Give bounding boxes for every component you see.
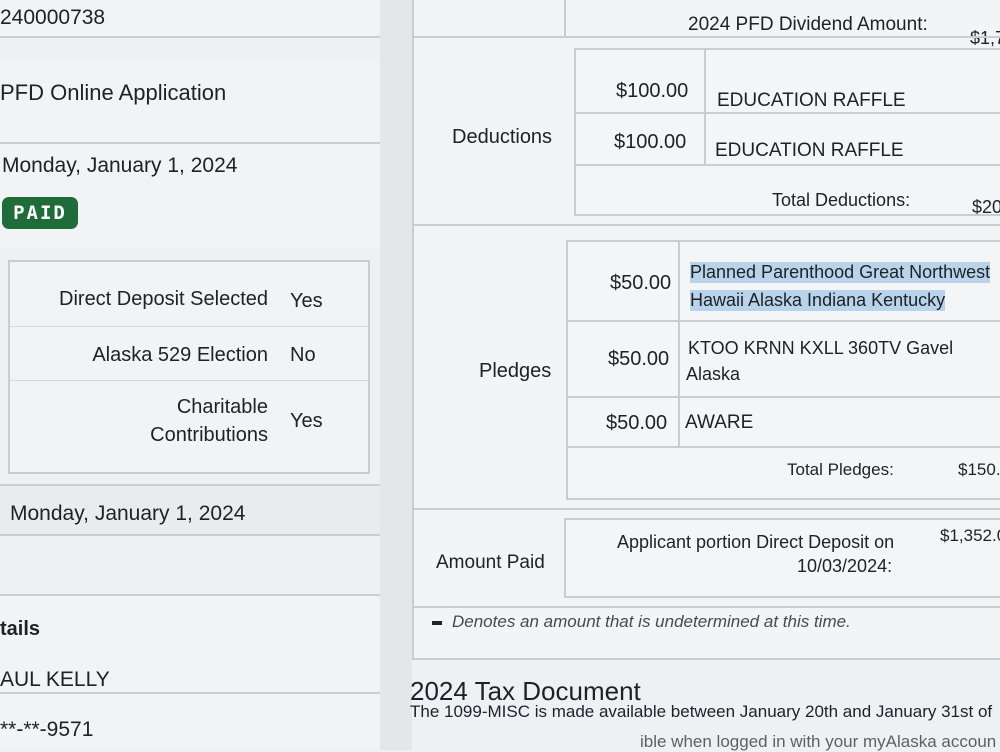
amount-paid-description-line2: 10/03/2024: [797, 556, 893, 576]
pledge-amount: $50.00 [608, 348, 670, 370]
note-text: Denotes an amount that is undetermined a… [452, 612, 851, 631]
election-row: Direct Deposit Selected Yes [10, 262, 368, 327]
deduction-description: EDUCATION RAFFLE [715, 140, 904, 161]
ssn-masked: **-**-9571 [0, 718, 94, 741]
election-row: Alaska 529 Election No [10, 326, 368, 381]
pledge-description-line2: Hawaii Alaska Indiana Kentucky [690, 290, 946, 311]
details-heading: tails [0, 618, 41, 640]
status-date: Monday, January 1, 2024 [10, 502, 246, 525]
election-label-line1: Charitable [176, 396, 268, 418]
deductions-label: Deductions [452, 126, 553, 148]
deduction-description: EDUCATION RAFFLE [717, 90, 906, 111]
total-deductions-value: $20 [972, 197, 1000, 217]
dash-icon [432, 620, 442, 625]
status-badge: PAID [2, 197, 78, 229]
tax-document-text-line1: The 1099-MISC is made available between … [410, 702, 993, 721]
dividend-value: $1,7 [970, 28, 1000, 48]
tax-document-text-line2: ible when logged in with your myAlaska a… [640, 732, 997, 751]
dividend-label: 2024 PFD Dividend Amount: [688, 14, 928, 35]
section-divider [412, 508, 1000, 510]
row-divider [574, 164, 1000, 166]
row-divider [574, 112, 1000, 114]
application-id: 240000738 [0, 6, 106, 29]
status-date-row: Monday, January 1, 2024 [0, 484, 380, 536]
amount-paid-label: Amount Paid [436, 552, 545, 573]
deduction-amount: $100.00 [614, 131, 687, 153]
application-id-row: 240000738 [0, 0, 380, 38]
applicant-name-row: AUL KELLY [0, 642, 380, 694]
election-label-line2: Contributions [150, 424, 268, 446]
pledge-amount: $50.00 [606, 412, 668, 434]
elections-box: Direct Deposit Selected Yes Alaska 529 E… [8, 260, 370, 474]
pledge-description-line1: AWARE [685, 412, 754, 433]
ssn-row: **-**-9571 [0, 694, 380, 750]
details-header-row: tails [0, 594, 380, 644]
applicant-name: AUL KELLY [0, 668, 110, 691]
row-divider [566, 396, 1000, 398]
application-type: PFD Online Application [0, 80, 227, 105]
election-label: Direct Deposit Selected [59, 288, 268, 310]
total-pledges-value: $150.0 [958, 460, 1000, 479]
amount-paid-table [564, 518, 1000, 598]
pledge-description-line1: Planned Parenthood Great Northwest [690, 262, 991, 283]
deduction-amount: $100.00 [616, 80, 689, 102]
section-divider [412, 658, 1000, 660]
election-value: Yes [290, 290, 323, 312]
pledge-amount: $50.00 [610, 272, 672, 294]
submitted-date: Monday, January 1, 2024 [2, 154, 238, 177]
election-value: No [290, 344, 316, 366]
column-divider [380, 0, 412, 750]
amount-paid-description-line1: Applicant portion Direct Deposit on [617, 532, 895, 552]
row-divider [566, 446, 1000, 448]
column-line [564, 0, 566, 36]
election-row: Charitable Contributions Yes [10, 380, 368, 458]
application-type-row: PFD Online Application [0, 60, 380, 144]
column-line [678, 240, 680, 446]
election-label: Alaska 529 Election [92, 344, 268, 366]
amount-paid-value: $1,352.0 [940, 526, 1000, 545]
row-divider [566, 320, 1000, 322]
section-divider [412, 606, 1000, 608]
undetermined-note: Denotes an amount that is undetermined a… [432, 612, 851, 632]
total-pledges-label: Total Pledges: [787, 460, 894, 479]
total-deductions-label: Total Deductions: [772, 190, 911, 210]
pledges-label: Pledges [479, 360, 552, 382]
section-divider [412, 224, 1000, 226]
section-divider [412, 36, 1000, 38]
column-line [704, 48, 706, 164]
pledge-description-line2: Alaska [686, 364, 741, 384]
pledge-description-line1: KTOO KRNN KXLL 360TV Gavel [688, 338, 954, 358]
submitted-date-row: Monday, January 1, 2024 [0, 144, 380, 198]
election-value: Yes [290, 410, 323, 432]
